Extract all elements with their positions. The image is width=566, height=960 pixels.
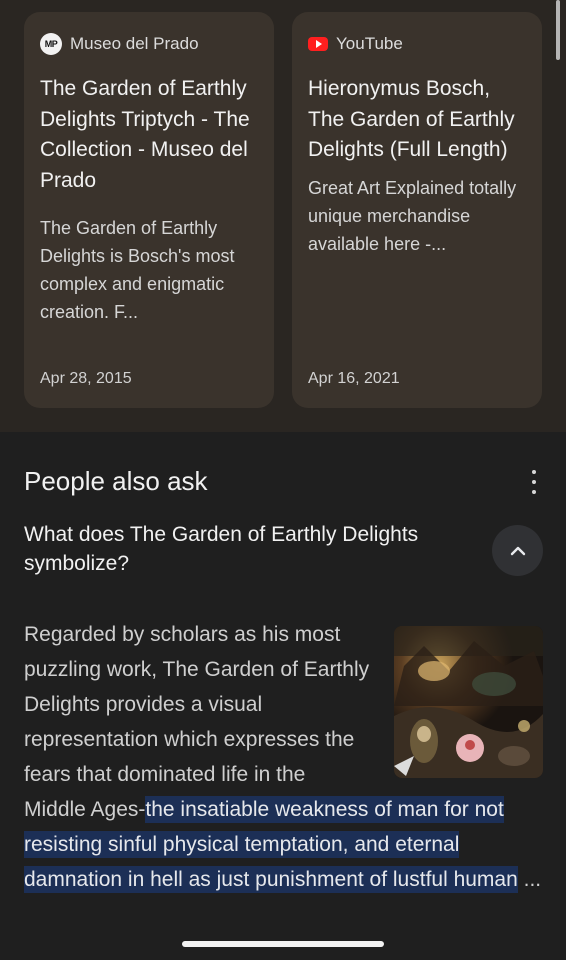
- more-vert-icon[interactable]: [526, 470, 542, 494]
- scrollbar[interactable]: [556, 0, 560, 60]
- source-name: Museo del Prado: [70, 34, 199, 53]
- result-card[interactable]: YouTube Hieronymus Bosch, The Garden of …: [292, 12, 542, 408]
- card-snippet: The Garden of Earthly Delights is Bosch'…: [40, 218, 235, 322]
- youtube-logo-icon: [308, 37, 328, 51]
- card-source: MP Museo del Prado: [40, 33, 258, 55]
- garden-of-earthly-delights-image: [394, 626, 543, 778]
- home-indicator[interactable]: [182, 941, 384, 947]
- paa-answer-ellipsis: ...: [517, 868, 542, 891]
- paa-answer-plain: Middle Ages-: [24, 798, 146, 821]
- paa-question[interactable]: What does The Garden of Earthly Delights…: [24, 520, 484, 578]
- card-title[interactable]: Hieronymus Bosch, The Garden of Earthly …: [308, 74, 526, 166]
- card-date: Apr 28, 2015: [40, 370, 132, 387]
- painting-thumbnail[interactable]: [394, 626, 543, 778]
- card-snippet: Great Art Explained totally unique merch…: [308, 177, 517, 254]
- paa-answer-continued: Middle Ages-the insatiable weakness of m…: [24, 792, 544, 897]
- card-source: YouTube: [308, 34, 526, 54]
- paa-answer-lead: Regarded by scholars as his most puzzlin…: [24, 623, 370, 786]
- people-also-ask-heading: People also ask: [24, 466, 208, 496]
- chevron-up-icon: [510, 546, 525, 555]
- card-date: Apr 16, 2021: [308, 370, 400, 387]
- museo-del-prado-logo-icon: MP: [40, 33, 62, 55]
- top-stories-carousel: MP Museo del Prado The Garden of Earthly…: [0, 0, 566, 432]
- result-card[interactable]: MP Museo del Prado The Garden of Earthly…: [24, 12, 274, 408]
- source-name: YouTube: [336, 34, 403, 53]
- card-title[interactable]: The Garden of Earthly Delights Triptych …: [40, 74, 258, 196]
- collapse-button[interactable]: [492, 525, 543, 576]
